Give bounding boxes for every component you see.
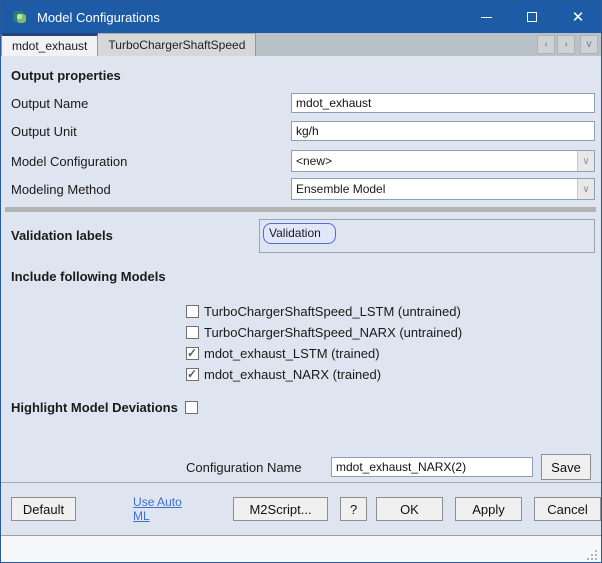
tab-turbochargershaftspeed[interactable]: TurboChargerShaftSpeed bbox=[98, 33, 256, 56]
model-checkbox-row: TurboChargerShaftSpeed_LSTM (untrained) bbox=[186, 301, 595, 322]
chevron-down-icon: ∨ bbox=[577, 179, 594, 199]
model-checkbox-row: mdot_exhaust_NARX (trained) bbox=[186, 364, 595, 385]
chevron-down-icon: ∨ bbox=[577, 151, 594, 171]
save-button[interactable]: Save bbox=[541, 454, 591, 480]
configuration-name-input[interactable] bbox=[331, 457, 533, 477]
tab-label: mdot_exhaust bbox=[12, 39, 87, 53]
maximize-icon bbox=[527, 12, 537, 22]
checkbox-highlight-deviations[interactable] bbox=[185, 401, 198, 414]
help-button[interactable]: ? bbox=[340, 497, 367, 521]
resize-grip-icon[interactable] bbox=[587, 548, 598, 559]
checkbox-label: TurboChargerShaftSpeed_NARX (untrained) bbox=[204, 325, 462, 340]
output-name-input[interactable] bbox=[291, 93, 595, 113]
output-name-row: Output Name bbox=[11, 93, 595, 113]
checkbox-label: mdot_exhaust_LSTM (trained) bbox=[204, 346, 380, 361]
model-configuration-label: Model Configuration bbox=[11, 154, 291, 169]
modeling-method-select[interactable]: Ensemble Model ∨ bbox=[291, 178, 595, 200]
output-unit-row: Output Unit bbox=[11, 121, 595, 141]
model-checklist: TurboChargerShaftSpeed_LSTM (untrained) … bbox=[186, 301, 595, 385]
app-icon bbox=[11, 8, 29, 26]
model-checkbox-row: TurboChargerShaftSpeed_NARX (untrained) bbox=[186, 322, 595, 343]
tab-bar: mdot_exhaust TurboChargerShaftSpeed ‹ › … bbox=[1, 33, 601, 56]
modeling-method-label: Modeling Method bbox=[11, 182, 291, 197]
model-configuration-value: <new> bbox=[292, 154, 577, 168]
checkbox-turbochargershaftspeed-lstm[interactable] bbox=[186, 305, 199, 318]
chevron-down-icon: v bbox=[587, 39, 592, 50]
apply-button[interactable]: Apply bbox=[455, 497, 522, 521]
section-separator bbox=[5, 207, 596, 212]
validation-labels-field[interactable]: Validation bbox=[259, 219, 595, 253]
validation-labels-row: Validation labels Validation bbox=[11, 219, 595, 253]
highlight-deviations-label: Highlight Model Deviations bbox=[11, 400, 178, 415]
checkbox-mdot-exhaust-narx[interactable] bbox=[186, 368, 199, 381]
ok-button[interactable]: OK bbox=[376, 497, 443, 521]
checkbox-label: TurboChargerShaftSpeed_LSTM (untrained) bbox=[204, 304, 461, 319]
default-button[interactable]: Default bbox=[11, 497, 76, 521]
model-configurations-dialog: Model Configurations ✕ mdot_exhaust Turb… bbox=[0, 0, 602, 563]
chevron-left-icon: ‹ bbox=[544, 39, 547, 50]
modeling-method-value: Ensemble Model bbox=[292, 182, 577, 196]
tab-navigation: ‹ › v bbox=[537, 33, 601, 56]
maximize-button[interactable] bbox=[509, 1, 555, 33]
section-output-properties: Output properties bbox=[11, 68, 595, 84]
checkbox-mdot-exhaust-lstm[interactable] bbox=[186, 347, 199, 360]
validation-labels-label: Validation labels bbox=[11, 219, 259, 243]
button-bar: Default Use Auto ML M2Script... ? OK App… bbox=[1, 483, 601, 535]
close-icon: ✕ bbox=[572, 10, 585, 25]
window-title: Model Configurations bbox=[37, 10, 160, 25]
highlight-deviations-row: Highlight Model Deviations bbox=[11, 400, 595, 415]
tab-mdot-exhaust[interactable]: mdot_exhaust bbox=[1, 33, 98, 56]
tab-prev-button[interactable]: ‹ bbox=[537, 35, 555, 54]
model-checkbox-row: mdot_exhaust_LSTM (trained) bbox=[186, 343, 595, 364]
configuration-name-label: Configuration Name bbox=[186, 460, 331, 475]
model-configuration-row: Model Configuration <new> ∨ bbox=[11, 150, 595, 172]
chevron-right-icon: › bbox=[564, 39, 567, 50]
section-include-models: Include following Models bbox=[11, 269, 595, 285]
output-name-label: Output Name bbox=[11, 96, 291, 111]
cancel-button[interactable]: Cancel bbox=[534, 497, 601, 521]
minimize-button[interactable] bbox=[463, 1, 509, 33]
use-auto-ml-link[interactable]: Use Auto ML bbox=[133, 495, 201, 523]
configuration-name-row: Configuration Name Save bbox=[11, 454, 595, 480]
close-button[interactable]: ✕ bbox=[555, 1, 601, 33]
status-footer bbox=[1, 535, 601, 562]
tab-label: TurboChargerShaftSpeed bbox=[108, 38, 245, 52]
validation-chip[interactable]: Validation bbox=[263, 223, 336, 244]
modeling-method-row: Modeling Method Ensemble Model ∨ bbox=[11, 178, 595, 200]
m2script-button[interactable]: M2Script... bbox=[233, 497, 329, 521]
tab-spacer bbox=[256, 33, 537, 56]
model-configuration-select[interactable]: <new> ∨ bbox=[291, 150, 595, 172]
checkbox-label: mdot_exhaust_NARX (trained) bbox=[204, 367, 381, 382]
title-bar: Model Configurations ✕ bbox=[1, 1, 601, 33]
minimize-icon bbox=[481, 17, 492, 18]
tab-next-button[interactable]: › bbox=[557, 35, 575, 54]
checkbox-turbochargershaftspeed-narx[interactable] bbox=[186, 326, 199, 339]
output-unit-label: Output Unit bbox=[11, 124, 291, 139]
output-unit-input[interactable] bbox=[291, 121, 595, 141]
tab-list-button[interactable]: v bbox=[580, 35, 598, 54]
dialog-content: Output properties Output Name Output Uni… bbox=[1, 56, 601, 482]
